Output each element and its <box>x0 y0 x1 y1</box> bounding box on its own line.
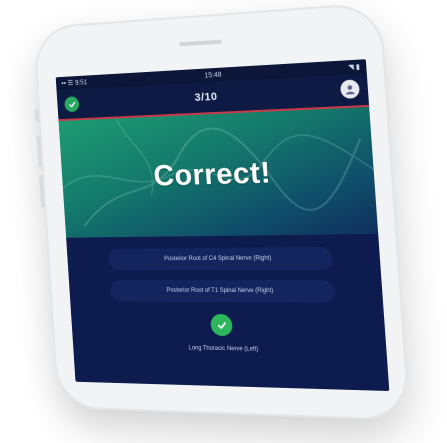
check-icon <box>210 313 234 337</box>
question-progress: 3/10 <box>194 90 218 104</box>
volume-up-button <box>36 135 43 168</box>
status-right: ◥ ▮ <box>347 63 361 72</box>
avatar-icon[interactable] <box>339 79 361 99</box>
app-screen: •• ☰ 9:51 15:48 ◥ ▮ 3/10 Correct! Poster… <box>55 59 390 392</box>
phone-body: •• ☰ 9:51 15:48 ◥ ▮ 3/10 Correct! Poster… <box>32 1 411 422</box>
stage: •• ☰ 9:51 15:48 ◥ ▮ 3/10 Correct! Poster… <box>0 0 447 443</box>
status-time: 15:48 <box>204 71 222 80</box>
check-icon <box>64 96 80 113</box>
phone: •• ☰ 9:51 15:48 ◥ ▮ 3/10 Correct! Poster… <box>32 1 411 422</box>
answer-option-2[interactable]: Posterior Root of T1 Spinal Nerve (Right… <box>109 279 336 303</box>
correct-answer-label: Long Thoracic Nerve (Left) <box>188 345 259 353</box>
answer-list: Posterior Root of C4 Spinal Nerve (Right… <box>66 234 387 355</box>
mute-switch <box>34 108 40 123</box>
status-left: •• ☰ 9:51 <box>61 79 88 88</box>
result-banner: Correct! <box>58 106 379 238</box>
result-text: Correct! <box>152 156 272 193</box>
answer-option-1[interactable]: Posterior Root of C4 Spinal Nerve (Right… <box>107 246 334 271</box>
volume-down-button <box>38 175 45 208</box>
speaker-grille <box>179 39 222 47</box>
